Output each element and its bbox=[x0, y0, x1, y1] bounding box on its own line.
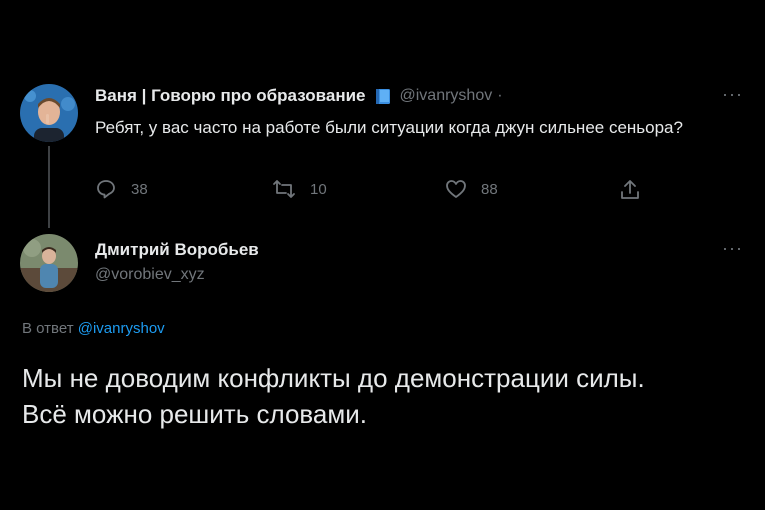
thread-connector-line bbox=[48, 146, 50, 228]
reply-count: 38 bbox=[131, 180, 148, 198]
like-count: 88 bbox=[481, 180, 498, 198]
reply-tweet-text: Мы не доводим конфликты до демонстрации … bbox=[22, 360, 762, 432]
separator-dot: · bbox=[497, 87, 503, 104]
like-action[interactable]: 88 bbox=[445, 178, 498, 200]
original-author-name[interactable]: Ваня | Говорю про образование bbox=[95, 86, 366, 106]
retweet-count: 10 bbox=[310, 180, 327, 198]
original-author-handle[interactable]: @ivanryshov bbox=[400, 87, 493, 105]
replying-to-handle-link[interactable]: @ivanryshov bbox=[78, 320, 165, 337]
retweet-icon bbox=[273, 180, 295, 198]
reply-icon bbox=[97, 180, 115, 199]
reply-author-handle[interactable]: @vorobiev_xyz bbox=[95, 266, 259, 284]
more-options-icon[interactable]: ··· bbox=[722, 85, 743, 103]
blue-book-icon bbox=[374, 87, 392, 105]
retweet-action[interactable]: 10 bbox=[272, 178, 327, 200]
heart-icon bbox=[446, 180, 466, 198]
reply-author-block: Дмитрий Воробьев @vorobiev_xyz bbox=[95, 240, 259, 284]
reply-action[interactable]: 38 bbox=[95, 178, 148, 200]
replying-to-prefix: В ответ bbox=[22, 320, 74, 337]
replying-to-line: В ответ @ivanryshov bbox=[22, 320, 165, 337]
action-bar: 38 10 88 bbox=[95, 178, 655, 204]
avatar-reply-author[interactable] bbox=[20, 234, 78, 292]
more-options-icon[interactable]: ··· bbox=[722, 239, 743, 257]
share-action[interactable] bbox=[619, 178, 641, 202]
original-author-row: Ваня | Говорю про образование @ivanrysho… bbox=[95, 86, 503, 106]
share-icon bbox=[621, 180, 639, 199]
reply-text-line-1: Мы не доводим конфликты до демонстрации … bbox=[22, 363, 645, 393]
reply-text-line-2: Всё можно решить словами. bbox=[22, 399, 368, 429]
original-tweet-text: Ребят, у вас часто на работе были ситуац… bbox=[95, 118, 683, 137]
tweet-thread: Ваня | Говорю про образование @ivanrysho… bbox=[0, 0, 765, 510]
reply-author-name[interactable]: Дмитрий Воробьев bbox=[95, 240, 259, 260]
avatar-original-author[interactable] bbox=[20, 84, 78, 142]
